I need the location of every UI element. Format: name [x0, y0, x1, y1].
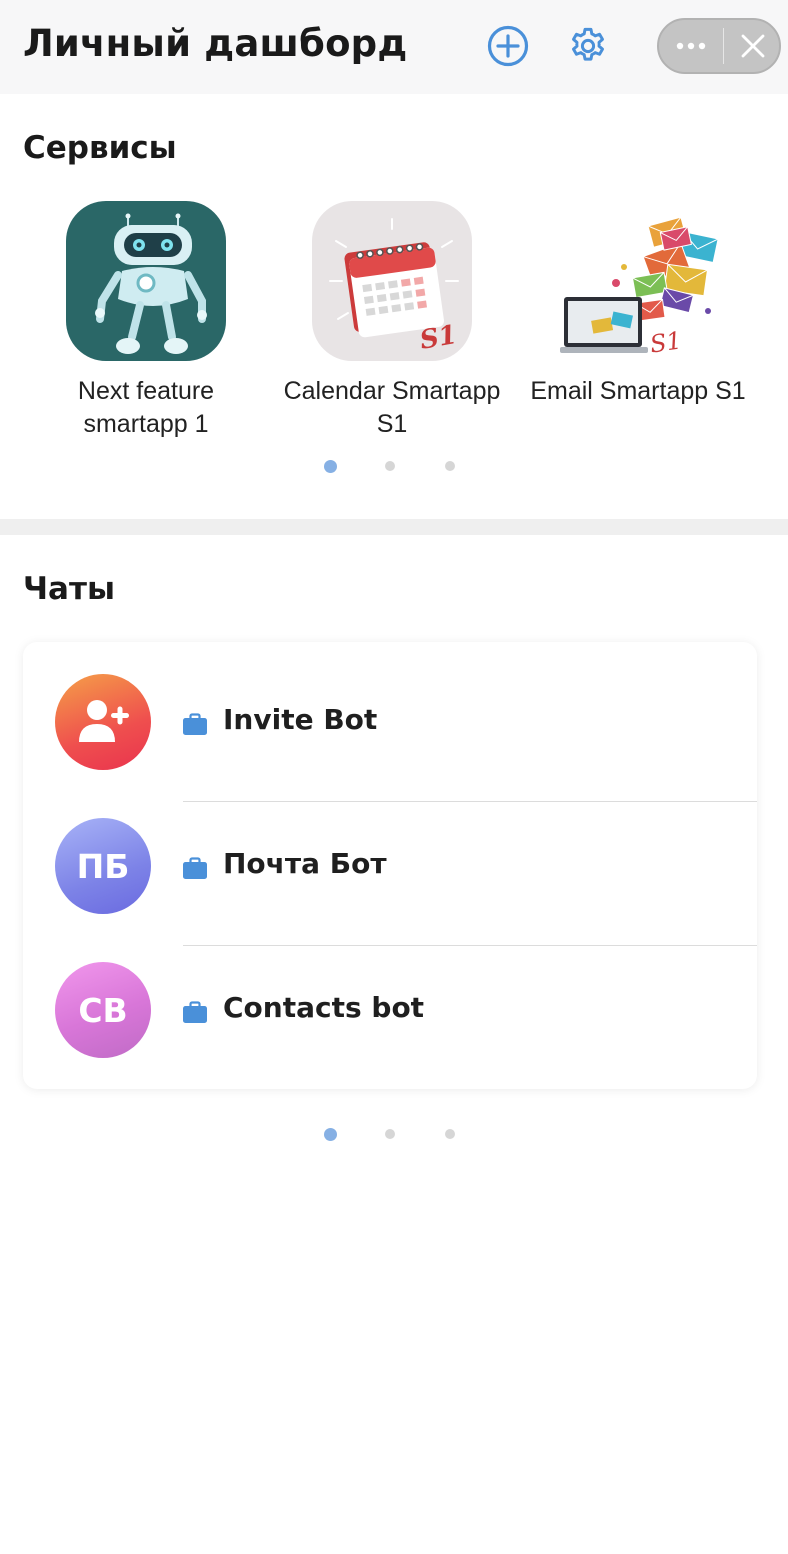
mini-app-capsule [657, 18, 781, 74]
chat-name: Contacts bot [223, 991, 425, 1024]
top-bar: Личный дашборд [0, 0, 788, 94]
service-label: Email Smartapp S1 [530, 377, 746, 405]
service-label: Next feature smartapp 1 [77, 377, 215, 438]
pager-dot[interactable] [445, 1129, 455, 1139]
briefcase-icon [183, 1001, 207, 1027]
close-icon [741, 34, 764, 58]
close-button[interactable] [724, 20, 781, 72]
chat-item-invite-bot[interactable]: Invite Bot [23, 642, 757, 786]
chat-name: Почта Бот [223, 847, 387, 880]
service-calendar[interactable]: S1 Calendar Smartapp S1 [269, 201, 515, 441]
robot-icon [66, 201, 226, 361]
settings-button[interactable] [566, 24, 610, 68]
section-divider [0, 519, 788, 535]
svg-text:S1: S1 [418, 320, 460, 356]
chats-card: Invite Bot ПБ Почта Бот CB Contacts bot [23, 642, 757, 1089]
gear-icon [571, 27, 605, 61]
briefcase-icon [183, 857, 207, 883]
chats-title: Чаты [23, 571, 115, 607]
chat-item-contacts-bot[interactable]: CB Contacts bot [23, 930, 757, 1074]
chat-name: Invite Bot [223, 703, 378, 736]
service-email[interactable]: S1 Email Smartapp S1 [515, 201, 761, 408]
pager-dot[interactable] [324, 460, 337, 473]
page-title: Личный дашборд [23, 22, 408, 65]
service-next-feature[interactable]: Next feature smartapp 1 [23, 201, 269, 441]
pager-dot[interactable] [385, 1129, 395, 1139]
pager-dot[interactable] [385, 461, 395, 471]
more-button[interactable] [659, 20, 723, 72]
briefcase-icon [183, 713, 207, 739]
email-icon: S1 [558, 201, 718, 361]
add-user-icon [79, 700, 129, 742]
avatar: ПБ [55, 818, 151, 914]
services-title: Сервисы [23, 130, 177, 166]
calendar-icon: S1 [312, 201, 472, 361]
service-label: Calendar Smartapp S1 [283, 377, 501, 438]
pager-dot[interactable] [445, 461, 455, 471]
avatar [55, 674, 151, 770]
chats-pager [0, 1128, 788, 1143]
avatar: CB [55, 962, 151, 1058]
services-pager [0, 460, 788, 475]
chat-item-pochta-bot[interactable]: ПБ Почта Бот [23, 786, 757, 930]
plus-circle-icon [487, 25, 529, 67]
more-dots-icon [676, 42, 706, 50]
svg-text:S1: S1 [648, 326, 683, 358]
add-button[interactable] [486, 24, 530, 68]
pager-dot[interactable] [324, 1128, 337, 1141]
